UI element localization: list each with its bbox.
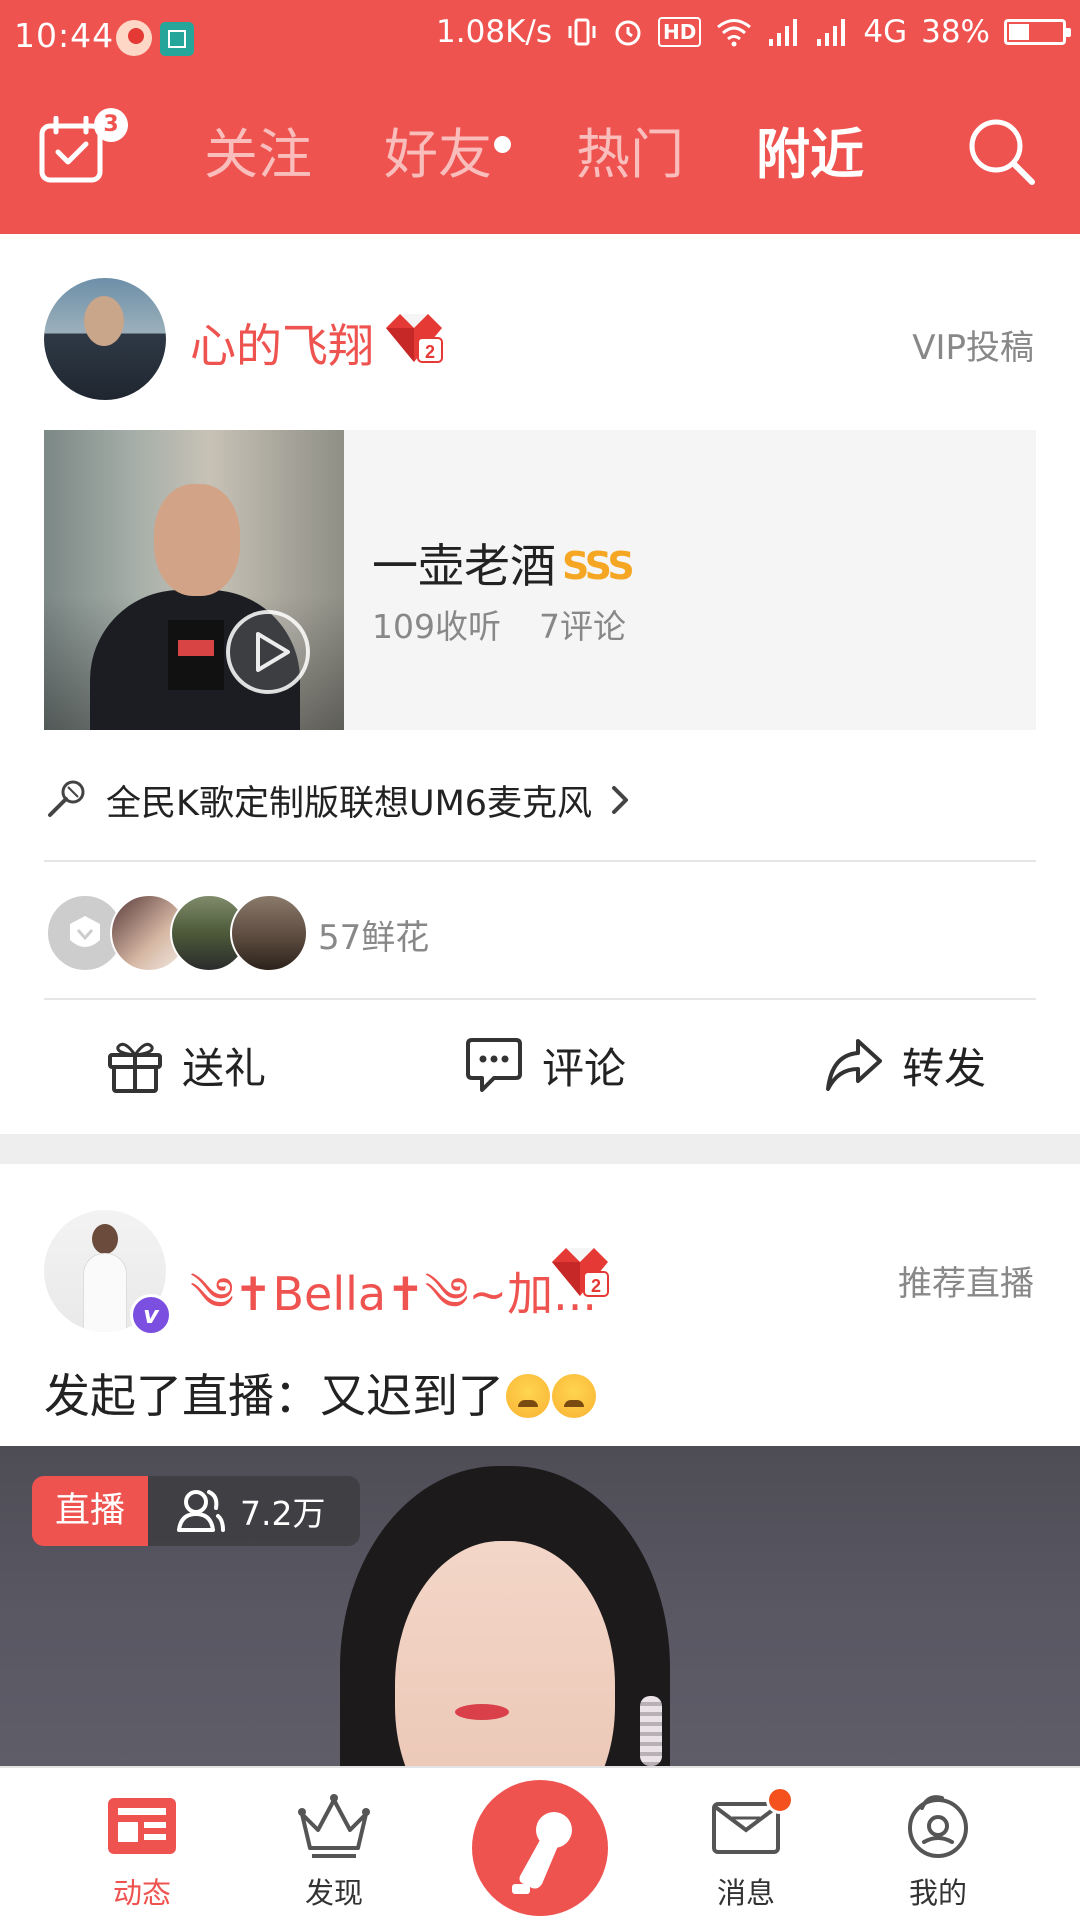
- calendar-badge: 3: [94, 108, 128, 142]
- wifi-icon: [717, 19, 752, 47]
- song-card[interactable]: 一壶老酒 SSS 109收听 7评论: [44, 430, 1036, 730]
- search-button[interactable]: [966, 116, 1038, 188]
- flower-giver-avatar[interactable]: [230, 894, 308, 972]
- status-indicators: 1.08K/s HD 4G 38%: [436, 14, 1071, 50]
- gift-icon: [108, 1042, 162, 1093]
- tab-follow[interactable]: 关注: [204, 120, 312, 190]
- song-title-row: 一壶老酒 SSS: [372, 530, 635, 596]
- microphone-icon: [48, 780, 85, 817]
- viewer-count: 7.2万: [240, 1494, 326, 1533]
- listen-count: 109收听: [372, 607, 501, 646]
- vibrate-icon: [568, 18, 596, 46]
- feed-icon: [108, 1798, 176, 1854]
- divider: [44, 998, 1036, 1000]
- nav-messages[interactable]: 消息: [676, 1768, 816, 1922]
- crying-emoji-icon: [552, 1374, 596, 1418]
- nav-feed[interactable]: 动态: [72, 1768, 212, 1922]
- tab-nearby[interactable]: 附近: [756, 120, 864, 190]
- verified-icon: v: [130, 1294, 172, 1336]
- svg-text:2: 2: [591, 1276, 601, 1296]
- top-nav: [0, 76, 1080, 234]
- battery-icon: [1004, 19, 1071, 45]
- status-time: 10:44: [14, 16, 115, 55]
- promo-link[interactable]: 全民K歌定制版联想UM6麦克风: [44, 770, 634, 830]
- comment-icon: [466, 1038, 522, 1092]
- nav-feed-label: 动态: [112, 1876, 171, 1910]
- svg-text:2: 2: [425, 342, 435, 362]
- flowers-count: 57鲜花: [318, 918, 430, 958]
- signal-icon-2: [817, 19, 846, 46]
- app-notification-icon: [116, 20, 152, 56]
- sss-rating-badge: SSS: [562, 544, 635, 588]
- crying-emoji-icon: [506, 1374, 550, 1418]
- screenshot-notification-icon: [160, 22, 194, 56]
- post1-username[interactable]: 心的飞翔: [190, 310, 374, 376]
- song-title: 一壶老酒: [372, 539, 556, 593]
- search-icon: [969, 119, 1035, 185]
- tab-hot[interactable]: 热门: [576, 120, 684, 190]
- post2-username[interactable]: ༄✝Bella✝༄~加...: [190, 1244, 597, 1373]
- bottom-nav: 动态 发现 消息 我的: [0, 1766, 1080, 1920]
- section-separator: [0, 1134, 1080, 1164]
- post2-text-row: 发起了直播：又迟到了: [44, 1360, 596, 1426]
- share-button[interactable]: 转发: [824, 1030, 986, 1100]
- divider: [44, 860, 1036, 862]
- song-cover[interactable]: [44, 430, 344, 730]
- song-stats: 109收听 7评论: [372, 600, 626, 648]
- nav-messages-label: 消息: [716, 1876, 775, 1910]
- profile-icon: [908, 1795, 968, 1858]
- gift-button[interactable]: 送礼: [106, 1030, 266, 1100]
- hd-icon: HD: [658, 17, 702, 47]
- gift-label: 送礼: [182, 1043, 267, 1093]
- messages-unread-dot: [766, 1786, 794, 1814]
- viewer-badge: 7.2万: [148, 1476, 360, 1546]
- level-badge-icon: 2: [386, 314, 443, 363]
- tab-friends-dot: [494, 136, 511, 153]
- level-badge-icon: 2: [552, 1248, 609, 1297]
- live-badge: 直播: [32, 1476, 148, 1546]
- promo-text: 全民K歌定制版联想UM6麦克风: [106, 783, 593, 824]
- microphone-icon: [512, 1812, 572, 1894]
- nav-discover-label: 发现: [304, 1876, 363, 1910]
- post1-tag: VIP投稿: [912, 328, 1034, 368]
- nav-discover[interactable]: 发现: [264, 1768, 404, 1922]
- record-button[interactable]: [472, 1780, 608, 1916]
- nav-profile-label: 我的: [908, 1876, 967, 1910]
- signal-icon-1: [769, 19, 798, 46]
- network-type: 4G: [863, 14, 908, 50]
- share-label: 转发: [902, 1043, 987, 1093]
- tab-friends[interactable]: 好友: [384, 120, 492, 190]
- viewers-icon: [177, 1490, 225, 1532]
- net-speed: 1.08K/s: [436, 14, 552, 50]
- post2-tag: 推荐直播: [898, 1264, 1034, 1304]
- alarm-icon: [615, 20, 641, 46]
- post2-text: 发起了直播：又迟到了: [44, 1369, 504, 1423]
- post1-action-bar: 送礼 评论 转发: [0, 1002, 1080, 1132]
- comment-label: 评论: [542, 1043, 627, 1093]
- comment-button[interactable]: 评论: [464, 1030, 626, 1100]
- comment-count: 7评论: [539, 607, 626, 646]
- crown-icon: [298, 1794, 370, 1858]
- avatar[interactable]: [44, 278, 166, 400]
- battery-percent: 38%: [921, 14, 990, 50]
- play-icon[interactable]: [224, 608, 312, 696]
- share-icon: [826, 1039, 882, 1091]
- status-bar: 10:44 1.08K/s HD 4G 38%: [0, 0, 1080, 76]
- nav-profile[interactable]: 我的: [868, 1768, 1008, 1922]
- chevron-right-icon: [612, 786, 629, 814]
